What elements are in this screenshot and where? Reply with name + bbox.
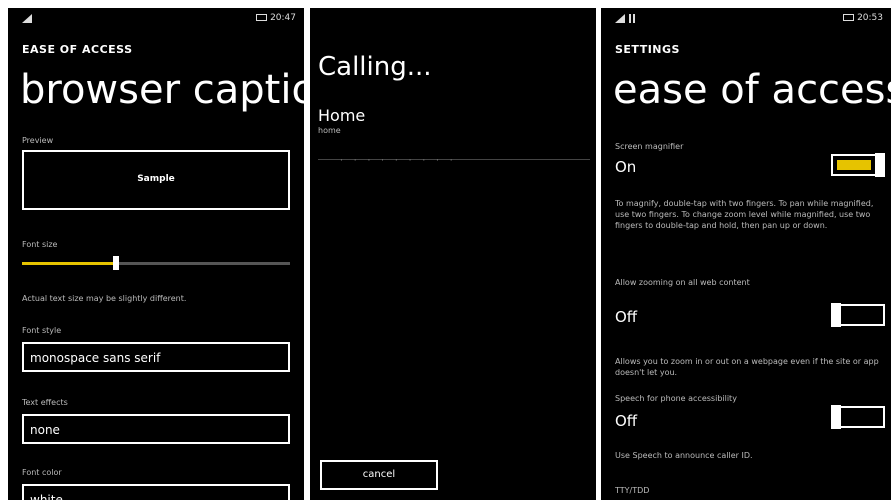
font-size-slider-thumb[interactable] (113, 256, 119, 270)
calling-screen: Calling... Home home · · · · · · · · · c… (310, 8, 596, 500)
status-bar: 20:47 (16, 12, 296, 26)
contact-name: Home (318, 106, 366, 125)
magnifier-toggle[interactable] (831, 153, 885, 177)
zoom-state: Off (615, 308, 638, 326)
signal-icon (615, 14, 625, 23)
zoom-description: Allows you to zoom in or out on a webpag… (615, 357, 879, 377)
tty-label: TTY/TDD (615, 486, 650, 495)
app-title: EASE OF ACCESS (22, 43, 133, 56)
status-clock: 20:53 (843, 13, 883, 23)
speech-toggle[interactable] (831, 405, 885, 429)
font-style-label: Font style (22, 326, 62, 335)
battery-icon (256, 14, 268, 21)
magnifier-description: To magnify, double-tap with two fingers.… (615, 199, 874, 230)
battery-icon (843, 14, 855, 21)
app-title: SETTINGS (615, 43, 680, 56)
speech-description: Use Speech to announce caller ID. (615, 451, 753, 460)
toggle-knob (831, 405, 841, 429)
contact-number-type: home (318, 126, 341, 135)
font-style-select[interactable]: monospace sans serif (22, 342, 290, 372)
call-status-title: Calling... (318, 52, 432, 82)
speech-state: Off (615, 412, 638, 430)
toggle-knob (875, 153, 885, 177)
caption-preview: Sample (22, 150, 290, 210)
ease-of-access-screen: 20:53 SETTINGS ease of access Screen mag… (601, 8, 891, 500)
status-time: 20:53 (857, 13, 883, 23)
status-time: 20:47 (270, 13, 296, 23)
call-progress-dots: · · · · · · · · · (340, 156, 457, 166)
font-size-slider-fill (22, 262, 116, 265)
page-title: browser captio (20, 67, 304, 113)
preview-label: Preview (22, 136, 54, 145)
preview-sample-text: Sample (137, 174, 175, 184)
wifi-icon (629, 14, 635, 23)
toggle-fill (837, 160, 871, 170)
font-color-label: Font color (22, 468, 62, 477)
cancel-button[interactable]: cancel (320, 460, 438, 490)
magnifier-state: On (615, 158, 637, 176)
font-size-hint: Actual text size may be slightly differe… (22, 294, 187, 303)
status-clock: 20:47 (256, 13, 296, 23)
browser-captions-screen: 20:47 EASE OF ACCESS browser captio Prev… (8, 8, 304, 500)
status-bar: 20:53 (609, 12, 883, 26)
font-size-label: Font size (22, 240, 58, 249)
page-title: ease of access (613, 67, 891, 113)
toggle-knob (831, 303, 841, 327)
magnifier-label: Screen magnifier (615, 142, 684, 151)
speech-label: Speech for phone accessibility (615, 394, 737, 403)
font-size-slider[interactable] (22, 256, 290, 270)
zoom-toggle[interactable] (831, 303, 885, 327)
zoom-label: Allow zooming on all web content (615, 278, 750, 287)
text-effects-select[interactable]: none (22, 414, 290, 444)
signal-icon (22, 14, 32, 23)
font-color-select[interactable]: white (22, 484, 290, 500)
text-effects-label: Text effects (22, 398, 68, 407)
